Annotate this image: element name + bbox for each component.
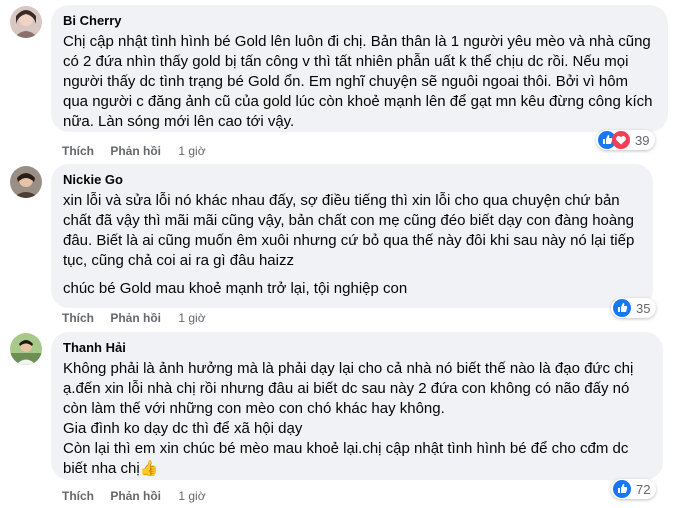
comment-author[interactable]: Nickie Go — [63, 172, 641, 188]
comment-paragraph: chúc bé Gold mau khoẻ mạnh trở lại, tội … — [63, 280, 408, 297]
reply-link[interactable]: Phản hồi — [110, 310, 161, 326]
reaction-summary[interactable]: 39 — [596, 130, 656, 150]
comment-bubble: Nickie Go xin lỗi và sửa lỗi nó khác nha… — [51, 164, 653, 308]
comment-text: xin lỗi và sửa lỗi nó khác nhau đấy, sợ … — [63, 191, 641, 299]
comment-paragraph: xin lỗi và sửa lỗi nó khác nhau đấy, sợ … — [63, 192, 635, 269]
comment-paragraph: Chị cập nhật tình hình bé Gold lên luôn … — [63, 33, 653, 130]
comment-actions: Thích Phản hồi 1 giờ — [62, 143, 206, 159]
love-icon — [612, 131, 630, 149]
like-icon — [613, 480, 631, 498]
avatar[interactable] — [10, 166, 42, 198]
reply-link[interactable]: Phản hồi — [110, 488, 161, 504]
comment-author[interactable]: Bi Cherry — [63, 13, 656, 29]
reaction-summary[interactable]: 72 — [611, 479, 657, 499]
reaction-count: 35 — [636, 300, 651, 316]
avatar[interactable] — [10, 333, 42, 365]
reaction-count: 72 — [636, 481, 651, 497]
comment-bubble: Thanh Hải Không phải là ảnh hưởng mà là … — [51, 332, 663, 480]
avatar[interactable] — [10, 6, 42, 38]
like-link[interactable]: Thích — [62, 143, 94, 159]
comment-paragraph: Không phải là ảnh hưởng mà là phải dạy l… — [63, 360, 634, 417]
comment-actions: Thích Phản hồi 1 giờ — [62, 488, 206, 504]
reaction-count: 39 — [635, 132, 650, 148]
comment-text: Chị cập nhật tình hình bé Gold lên luôn … — [63, 32, 656, 132]
comment-author[interactable]: Thanh Hải — [63, 340, 651, 356]
like-icon — [613, 299, 631, 317]
reply-link[interactable]: Phản hồi — [110, 143, 161, 159]
timestamp[interactable]: 1 giờ — [178, 310, 205, 326]
reaction-summary[interactable]: 35 — [611, 298, 657, 318]
like-link[interactable]: Thích — [62, 488, 94, 504]
like-link[interactable]: Thích — [62, 310, 94, 326]
comment-paragraph: Gia đình ko dạy dc thì để xã hội dạy — [63, 420, 303, 437]
comment-actions: Thích Phản hồi 1 giờ — [62, 310, 206, 326]
timestamp[interactable]: 1 giờ — [178, 143, 205, 159]
comment-bubble: Bi Cherry Chị cập nhật tình hình bé Gold… — [51, 5, 668, 132]
comment-text: Không phải là ảnh hưởng mà là phải dạy l… — [63, 359, 651, 479]
comment-paragraph: Còn lại thì em xin chúc bé mèo mau khoẻ … — [63, 440, 629, 477]
timestamp[interactable]: 1 giờ — [178, 488, 205, 504]
